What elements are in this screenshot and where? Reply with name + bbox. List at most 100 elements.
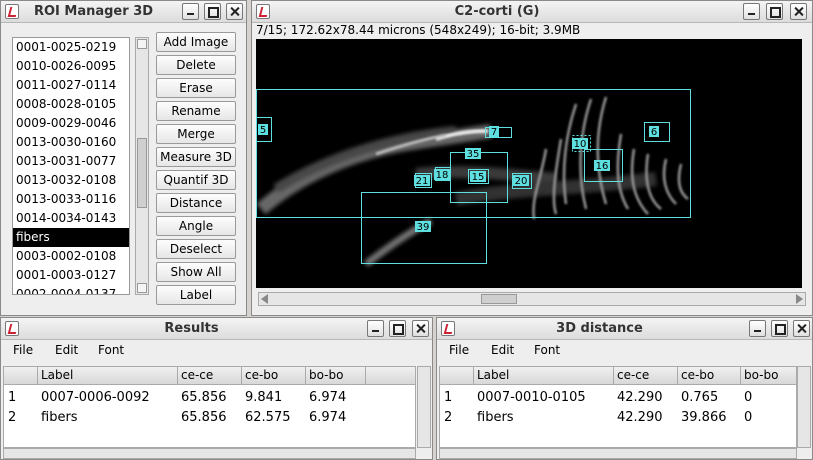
minimize-button[interactable]: [367, 320, 384, 337]
distance3d-window: 3D distance File Edit Font Label ce-ce ce-…: [436, 317, 813, 460]
column-header[interactable]: bo-bo: [309, 368, 343, 382]
column-header[interactable]: Label: [41, 368, 73, 382]
results-window: Results File Edit Font Label ce-ce ce-bo bo…: [0, 317, 433, 460]
menu-font[interactable]: Font: [98, 343, 124, 357]
roi-list[interactable]: 0001-0025-0219 0010-0026-0095 0011-0027-01…: [12, 37, 130, 295]
menu-file[interactable]: File: [449, 343, 469, 357]
table-cell: 0: [744, 410, 753, 425]
roi-list-item[interactable]: 0010-0026-0095: [13, 57, 129, 76]
results-titlebar[interactable]: Results: [1, 318, 432, 340]
maximize-button[interactable]: [766, 3, 783, 20]
roi-list-item[interactable]: fibers: [13, 228, 129, 247]
label-button[interactable]: Label: [156, 285, 236, 305]
column-divider[interactable]: [365, 367, 366, 385]
menu-file[interactable]: File: [13, 343, 33, 357]
table-row[interactable]: 1 0007-0006-0092 65.856 9.841 6.974: [4, 387, 415, 407]
roi-list-item[interactable]: 0013-0032-0108: [13, 171, 129, 190]
distance3d-titlebar[interactable]: 3D distance: [437, 318, 812, 340]
roi-list-item[interactable]: 0008-0028-0105: [13, 95, 129, 114]
minimize-button[interactable]: [182, 3, 199, 20]
roi-list-item[interactable]: 0001-0003-0127: [13, 266, 129, 285]
roi-manager-titlebar[interactable]: ROI Manager 3D: [1, 1, 246, 23]
maximize-button[interactable]: [204, 3, 221, 20]
results-horizontal-scrollbar[interactable]: [3, 448, 416, 459]
table-cell: 2: [444, 410, 453, 425]
table-row[interactable]: 1 0007-0010-0105 42.290 0.765 0: [440, 387, 796, 407]
table-cell: 62.575: [245, 410, 291, 425]
results-table[interactable]: Label ce-ce ce-bo bo-bo 1 0007-0006-0092 65.85…: [3, 366, 416, 448]
column-header[interactable]: bo-bo: [744, 368, 778, 382]
quantif-3d-button[interactable]: Quantif 3D: [156, 170, 236, 190]
add-image-button[interactable]: Add Image: [156, 32, 236, 52]
show-all-button[interactable]: Show All: [156, 262, 236, 282]
roi-list-item[interactable]: 0014-0034-0143: [13, 209, 129, 228]
image-horizontal-scrollbar[interactable]: [258, 292, 806, 306]
column-header[interactable]: ce-bo: [245, 368, 278, 382]
deselect-button[interactable]: Deselect: [156, 239, 236, 259]
column-header[interactable]: ce-ce: [617, 368, 649, 382]
results-menubar: File Edit Font: [1, 340, 432, 362]
column-header[interactable]: ce-ce: [181, 368, 213, 382]
distance3d-table[interactable]: Label ce-ce ce-bo bo-bo 1 0007-0010-0105 42.29…: [439, 366, 797, 448]
table-cell: 42.290: [617, 410, 663, 425]
distance3d-horizontal-scrollbar[interactable]: [439, 448, 797, 459]
close-button[interactable]: [790, 3, 807, 20]
erase-button[interactable]: Erase: [156, 78, 236, 98]
merge-button[interactable]: Merge: [156, 124, 236, 144]
column-divider[interactable]: [37, 367, 38, 385]
scrollbar-thumb[interactable]: [137, 138, 147, 208]
image-canvas[interactable]: 5 7 35 10 6 16 21 18 15 20 39: [256, 39, 802, 288]
column-divider[interactable]: [241, 367, 242, 385]
column-divider[interactable]: [473, 367, 474, 385]
roi-list-scrollbar[interactable]: [135, 37, 149, 295]
close-button[interactable]: [226, 3, 243, 20]
image-window-titlebar[interactable]: C2-corti (G): [252, 1, 812, 23]
measure-3d-button[interactable]: Measure 3D: [156, 147, 236, 167]
microscopy-image: 5 7 35 10 6 16 21 18 15 20 39: [256, 89, 691, 267]
distance3d-vertical-scrollbar[interactable]: [797, 366, 811, 448]
roi-list-item[interactable]: 0001-0025-0219: [13, 38, 129, 57]
scroll-down-arrow-icon[interactable]: [137, 283, 147, 293]
menu-edit[interactable]: Edit: [491, 343, 514, 357]
column-divider[interactable]: [613, 367, 614, 385]
menu-font[interactable]: Font: [534, 343, 560, 357]
table-cell: 65.856: [181, 390, 227, 405]
scroll-up-arrow-icon[interactable]: [137, 39, 147, 49]
rename-button[interactable]: Rename: [156, 101, 236, 121]
roi-list-item[interactable]: 0009-0029-0046: [13, 114, 129, 133]
scroll-left-arrow-icon[interactable]: [261, 294, 268, 304]
roi-list-item[interactable]: 0003-0002-0108: [13, 247, 129, 266]
close-button[interactable]: [793, 320, 810, 337]
roi-list-item[interactable]: 0013-0030-0160: [13, 133, 129, 152]
minimize-button[interactable]: [749, 320, 766, 337]
maximize-button[interactable]: [389, 320, 406, 337]
column-divider[interactable]: [740, 367, 741, 385]
roi-list-item[interactable]: 0013-0031-0077: [13, 152, 129, 171]
table-cell: 0007-0006-0092: [41, 390, 150, 405]
table-row[interactable]: 2 fibers 42.290 39.866 0: [440, 407, 796, 427]
close-button[interactable]: [412, 320, 429, 337]
scrollbar-thumb[interactable]: [481, 294, 517, 304]
table-cell: 1: [8, 390, 17, 405]
delete-button[interactable]: Delete: [156, 55, 236, 75]
column-divider[interactable]: [177, 367, 178, 385]
table-cell: fibers: [477, 410, 514, 425]
table-row[interactable]: 2 fibers 65.856 62.575 6.974: [4, 407, 415, 427]
angle-button[interactable]: Angle: [156, 216, 236, 236]
maximize-button[interactable]: [771, 320, 788, 337]
column-divider[interactable]: [305, 367, 306, 385]
table-header: Label ce-ce ce-bo bo-bo: [440, 367, 796, 385]
minimize-button[interactable]: [743, 3, 760, 20]
table-cell: 0.765: [681, 390, 719, 405]
results-vertical-scrollbar[interactable]: [417, 366, 431, 448]
roi-list-item[interactable]: 0011-0027-0114: [13, 76, 129, 95]
roi-list-item[interactable]: 0002-0004-0137: [13, 285, 129, 294]
roi-list-item[interactable]: 0013-0033-0116: [13, 190, 129, 209]
column-header[interactable]: Label: [477, 368, 509, 382]
menu-edit[interactable]: Edit: [55, 343, 78, 357]
column-divider[interactable]: [677, 367, 678, 385]
distance-button[interactable]: Distance: [156, 193, 236, 213]
scroll-right-arrow-icon[interactable]: [796, 294, 803, 304]
column-header[interactable]: ce-bo: [681, 368, 714, 382]
roi-label: 7: [491, 127, 497, 138]
